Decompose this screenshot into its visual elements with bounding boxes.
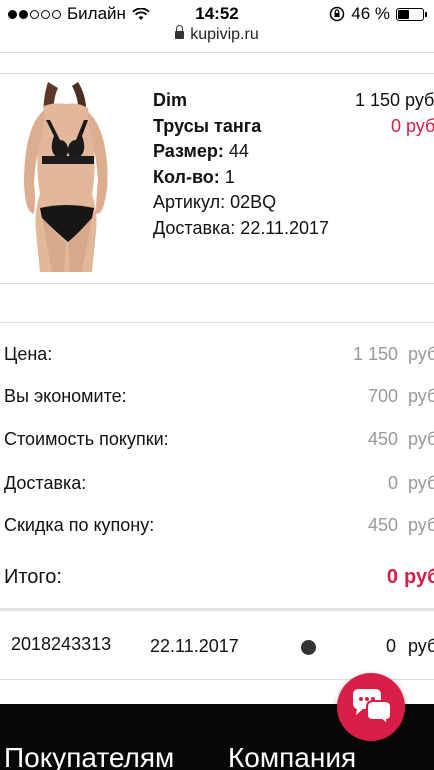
summary-currency: руб — [408, 473, 434, 493]
battery-icon — [396, 7, 427, 21]
url-bar[interactable]: kupivip.ru — [0, 25, 434, 52]
total-value: 0 — [386, 566, 398, 588]
product-brand[interactable]: Dim — [153, 88, 329, 114]
footer-link-customers[interactable]: Покупателям — [4, 742, 174, 770]
summary-label: Скидка по купону: — [4, 515, 155, 535]
product-image[interactable] — [8, 82, 126, 272]
total-label: Итого: — [4, 566, 62, 588]
product-info: Dim Трусы танга Размер: 44 Кол-во: 1 Арт… — [153, 88, 329, 241]
chat-button[interactable] — [337, 673, 405, 741]
footer-link-company[interactable]: Компания — [228, 742, 356, 770]
size-value: 44 — [223, 141, 249, 161]
qty-label: Кол-во: — [153, 166, 220, 187]
summary-purchase-row: Стоимость покупки: 450 руб — [4, 429, 434, 459]
order-number[interactable]: 2018243313 — [11, 634, 111, 655]
order-row[interactable]: 2018243313 22.11.2017 0 руб — [0, 632, 434, 662]
rotation-lock-icon — [330, 6, 345, 22]
summary-total-row: Итого: 0 руб — [4, 566, 434, 596]
summary-label: Вы экономите: — [4, 386, 127, 406]
divider — [0, 608, 434, 611]
size-label: Размер: — [153, 141, 224, 161]
summary-currency: руб — [408, 386, 434, 406]
summary-coupon-row: Скидка по купону: 450 руб — [4, 515, 434, 545]
divider — [0, 52, 434, 53]
order-amount: 0 — [386, 636, 397, 656]
summary-currency: руб — [408, 344, 434, 364]
summary-value: 450 — [367, 515, 398, 535]
battery-level — [398, 9, 409, 19]
summary-value: 1 150 — [352, 344, 398, 364]
summary-label: Стоимость покупки: — [4, 429, 169, 449]
summary-label: Доставка: — [4, 473, 87, 493]
chat-bubbles-icon — [353, 689, 392, 728]
battery-percent: 46 % — [351, 4, 390, 23]
summary-delivery-row: Доставка: 0 руб — [4, 473, 434, 503]
product-delivery: Доставка: 22.11.2017 — [153, 217, 330, 238]
qty-value: 1 — [219, 166, 235, 187]
status-bar: Билайн 14:52 46 % — [0, 0, 434, 28]
product-discount-price: 0 руб — [391, 115, 434, 136]
total-currency: руб — [404, 566, 434, 588]
order-currency: руб — [408, 636, 434, 656]
divider — [0, 283, 434, 284]
summary-savings-row: Вы экономите: 700 руб — [4, 386, 434, 416]
product-name[interactable]: Трусы танга — [153, 114, 329, 140]
summary-value: 700 — [367, 386, 398, 406]
product-sku: Артикул: 02BQ — [153, 192, 277, 212]
summary-currency: руб — [408, 429, 434, 449]
summary-value: 450 — [367, 429, 398, 449]
summary-value: 0 — [387, 473, 398, 493]
summary-price-row: Цена: 1 150 руб — [4, 344, 434, 374]
order-status-dot-icon — [301, 640, 316, 655]
divider — [0, 73, 434, 74]
divider — [0, 322, 434, 323]
summary-label: Цена: — [4, 344, 53, 364]
order-date: 22.11.2017 — [150, 636, 239, 656]
lock-icon — [175, 25, 185, 39]
product-price: 1 150 руб — [355, 90, 434, 110]
url-text: kupivip.ru — [190, 26, 259, 43]
product-price-column: 1 150 руб 0 руб — [355, 88, 434, 139]
summary-currency: руб — [408, 515, 434, 535]
